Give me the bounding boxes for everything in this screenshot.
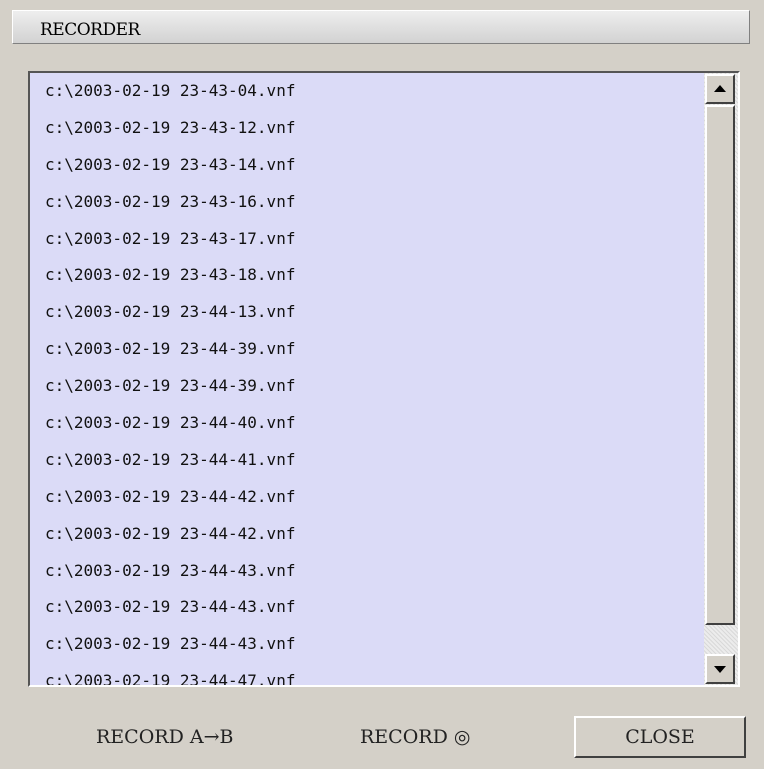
file-list-box: c:\2003-02-19 23-43-04.vnf c:\2003-02-19 …	[28, 71, 740, 687]
scroll-up-arrow-icon	[714, 85, 726, 92]
list-item[interactable]: c:\2003-02-19 23-44-43.vnf	[30, 553, 704, 590]
list-item[interactable]: c:\2003-02-19 23-44-41.vnf	[30, 442, 704, 479]
list-item[interactable]: c:\2003-02-19 23-43-17.vnf	[30, 221, 704, 258]
list-item[interactable]: c:\2003-02-19 23-43-16.vnf	[30, 184, 704, 221]
list-item[interactable]: c:\2003-02-19 23-43-18.vnf	[30, 257, 704, 294]
list-item[interactable]: c:\2003-02-19 23-43-14.vnf	[30, 147, 704, 184]
scroll-down-button[interactable]	[705, 654, 735, 684]
list-item[interactable]: c:\2003-02-19 23-43-12.vnf	[30, 110, 704, 147]
scroll-down-arrow-icon	[714, 666, 726, 673]
list-item[interactable]: c:\2003-02-19 23-44-43.vnf	[30, 589, 704, 626]
list-item[interactable]: c:\2003-02-19 23-44-39.vnf	[30, 368, 704, 405]
close-button[interactable]: CLOSE	[574, 716, 746, 758]
list-item[interactable]: c:\2003-02-19 23-44-13.vnf	[30, 294, 704, 331]
button-bar: RECORD A→B RECORD ◎ CLOSE	[0, 700, 764, 769]
list-item[interactable]: c:\2003-02-19 23-44-47.vnf	[30, 663, 704, 685]
file-list: c:\2003-02-19 23-43-04.vnf c:\2003-02-19 …	[30, 73, 704, 685]
scroll-up-button[interactable]	[705, 74, 735, 104]
title-bar: RECORDER	[12, 10, 750, 44]
record-button[interactable]: RECORD ◎	[360, 716, 470, 758]
window-title: RECORDER	[40, 20, 140, 40]
vertical-scrollbar[interactable]	[704, 73, 738, 685]
list-item[interactable]: c:\2003-02-19 23-44-43.vnf	[30, 626, 704, 663]
list-item[interactable]: c:\2003-02-19 23-44-40.vnf	[30, 405, 704, 442]
list-item[interactable]: c:\2003-02-19 23-44-42.vnf	[30, 516, 704, 553]
list-item[interactable]: c:\2003-02-19 23-44-42.vnf	[30, 479, 704, 516]
scroll-thumb[interactable]	[705, 105, 735, 625]
list-item[interactable]: c:\2003-02-19 23-44-39.vnf	[30, 331, 704, 368]
record-ab-button[interactable]: RECORD A→B	[96, 716, 233, 758]
list-item[interactable]: c:\2003-02-19 23-43-04.vnf	[30, 73, 704, 110]
